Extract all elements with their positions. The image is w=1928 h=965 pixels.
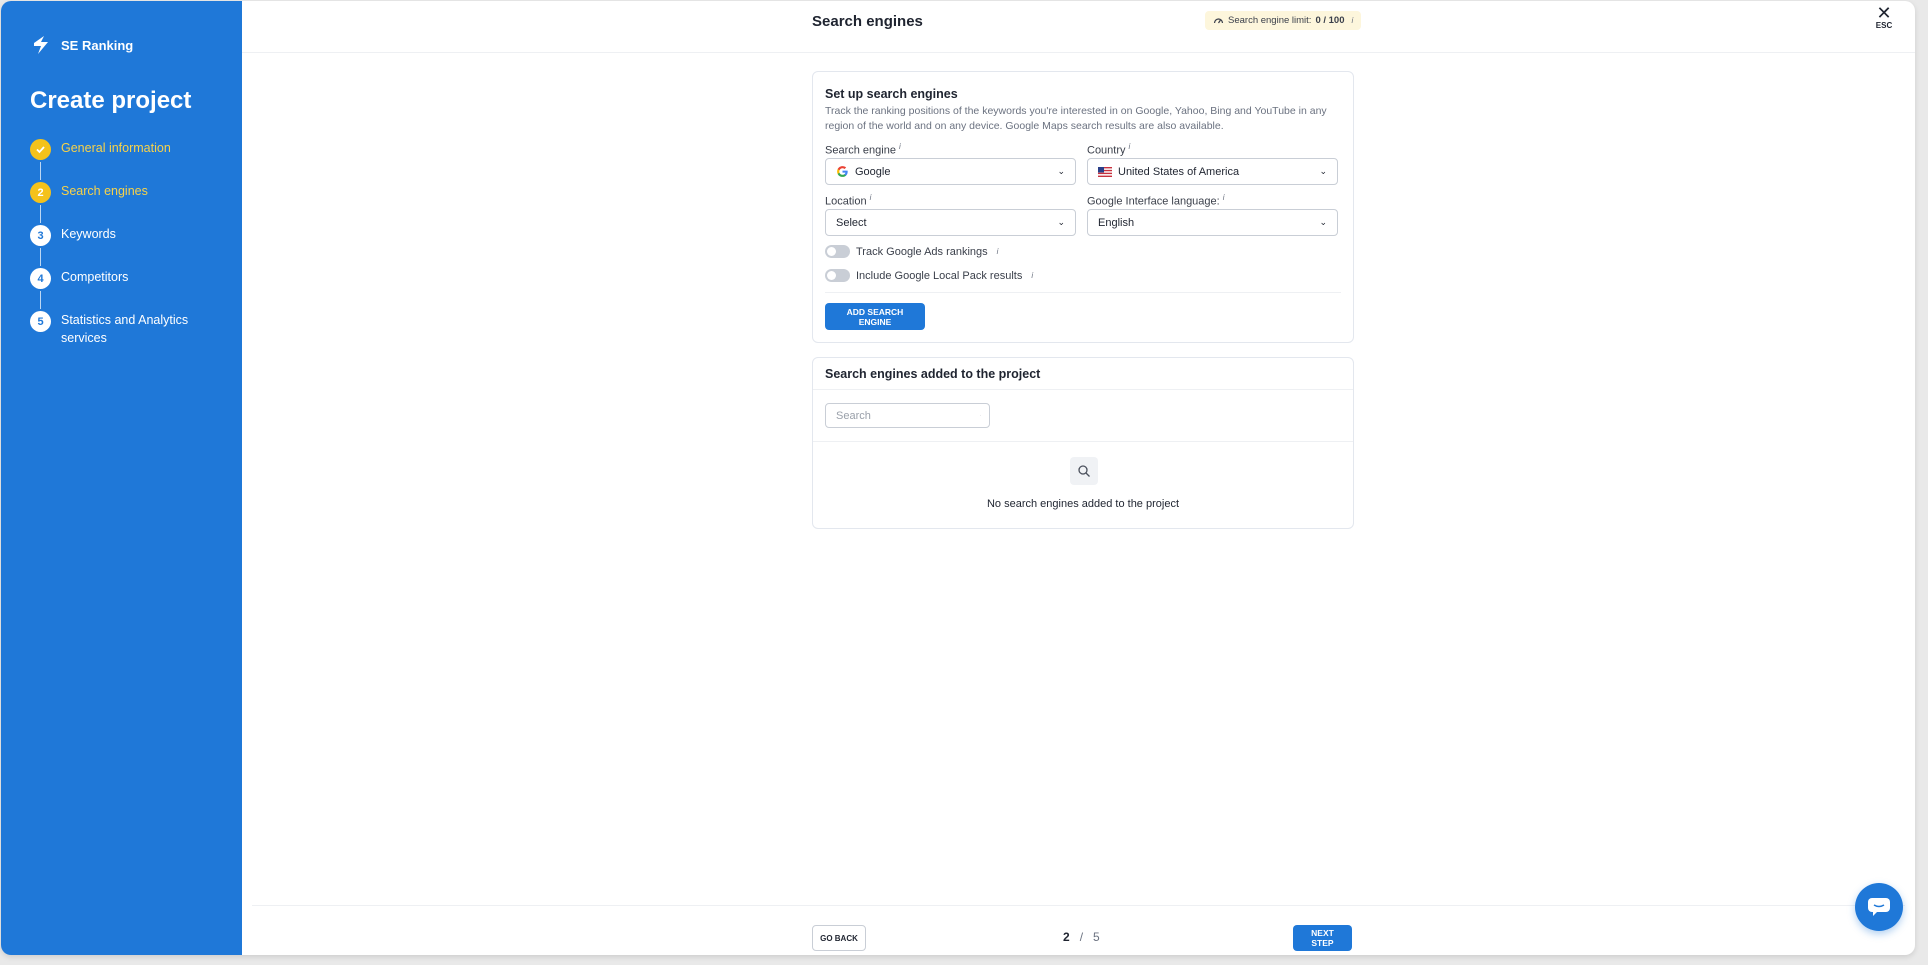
step-pager: 2 / 5 [1063,930,1100,944]
divider [825,292,1341,293]
language-label: Google Interface language: [1087,195,1220,208]
step-connector [40,248,41,266]
next-step-button[interactable]: NEXT STEP [1293,925,1352,951]
chat-bubble-icon [1868,898,1890,916]
limit-label: Search engine limit: [1228,15,1312,26]
pager-separator: / [1079,930,1084,944]
info-icon[interactable]: i [1352,16,1354,25]
step-search-engines[interactable]: 2 Search engines [30,182,201,225]
location-label: Location [825,195,867,208]
go-back-button[interactable]: GO BACK [812,925,866,951]
step-label: Statistics and Analytics services [61,313,189,345]
search-input[interactable] [834,408,980,423]
gauge-icon [1213,18,1224,24]
step-label: Keywords [61,227,116,241]
info-icon[interactable]: i [870,193,872,202]
search-engine-label: Search engine [825,144,896,157]
country-field: Country i United States of America ⌄ [1087,142,1338,185]
local-pack-toggle[interactable] [825,269,850,282]
local-pack-label: Include Google Local Pack results [856,269,1023,282]
esc-label: ESC [1875,21,1893,30]
steps-list: General information 2 Search engines 3 K… [30,139,201,347]
step-general-information[interactable]: General information [30,139,201,182]
step-number: 4 [30,268,51,289]
language-field: Google Interface language: i English ⌄ [1087,193,1338,236]
track-ads-toggle[interactable] [825,245,850,258]
sidebar: SE Ranking Create project General inform… [1,1,242,955]
check-icon [30,139,51,160]
location-select[interactable]: Select ⌄ [825,209,1076,236]
step-label: General information [61,141,171,155]
google-icon [837,166,848,177]
page-header: Search engines Search engine limit: 0 / … [242,1,1915,53]
step-keywords[interactable]: 3 Keywords [30,225,201,268]
added-search-engines-card: Search engines added to the project No s… [812,357,1354,529]
location-value: Select [836,216,867,229]
search-engine-value: Google [855,165,891,178]
step-competitors[interactable]: 4 Competitors [30,268,201,311]
info-icon[interactable]: i [997,247,999,256]
search-field [825,403,990,428]
add-search-engine-button[interactable]: ADD SEARCH ENGINE [825,303,925,330]
app-window: SE Ranking Create project General inform… [1,1,1915,955]
country-label: Country [1087,144,1126,157]
search-engine-field: Search engine i Google ⌄ [825,142,1076,185]
close-icon: ✕ [1876,3,1892,23]
track-ads-row: Track Google Ads rankings i [825,245,998,258]
step-label: Search engines [61,184,148,198]
sidebar-title: Create project [30,87,192,114]
search-engine-limit-badge: Search engine limit: 0 / 100 i [1205,11,1362,30]
step-number: 3 [30,225,51,246]
brand-name: SE Ranking [61,37,134,53]
chevron-down-icon: ⌄ [1319,217,1327,227]
chevron-down-icon: ⌄ [1057,217,1065,227]
chevron-down-icon: ⌄ [1057,166,1065,176]
empty-state-text: No search engines added to the project [986,498,1180,510]
close-button[interactable]: ✕ ESC [1873,3,1895,30]
added-card-title: Search engines added to the project [825,367,1041,381]
divider [813,389,1353,390]
total-steps-number: 5 [1093,930,1100,944]
brand-logo[interactable]: SE Ranking [30,34,133,56]
current-step-number: 2 [1063,930,1070,944]
info-icon[interactable]: i [1223,193,1225,202]
empty-search-icon [1070,457,1098,485]
setup-search-engines-card: Set up search engines Track the ranking … [812,71,1354,343]
info-icon[interactable]: i [899,142,901,151]
country-select[interactable]: United States of America ⌄ [1087,158,1338,185]
info-icon[interactable]: i [1129,142,1131,151]
chevron-down-icon: ⌄ [1319,166,1327,176]
setup-card-description: Track the ranking positions of the keywo… [825,105,1327,132]
track-ads-label: Track Google Ads rankings [856,245,988,258]
language-value: English [1098,216,1135,229]
step-number: 2 [30,182,51,203]
search-engine-select[interactable]: Google ⌄ [825,158,1076,185]
us-flag-icon [1098,166,1112,177]
setup-card-title: Set up search engines [825,87,958,101]
step-connector [40,291,41,309]
local-pack-row: Include Google Local Pack results i [825,269,1033,282]
step-connector [40,162,41,180]
page-title: Search engines [812,13,923,30]
language-select[interactable]: English ⌄ [1087,209,1338,236]
search-icon [980,415,981,416]
limit-value: 0 / 100 [1315,15,1345,26]
info-icon[interactable]: i [1031,271,1033,280]
se-ranking-logo-icon [34,36,48,54]
chat-button[interactable] [1855,883,1903,931]
country-value: United States of America [1118,165,1240,178]
footer-divider [252,905,1905,906]
step-number: 5 [30,311,51,332]
location-field: Location i Select ⌄ [825,193,1076,236]
step-label: Competitors [61,270,129,284]
divider [813,441,1353,442]
step-connector [40,205,41,223]
step-statistics-analytics[interactable]: 5 Statistics and Analytics services [30,311,201,347]
